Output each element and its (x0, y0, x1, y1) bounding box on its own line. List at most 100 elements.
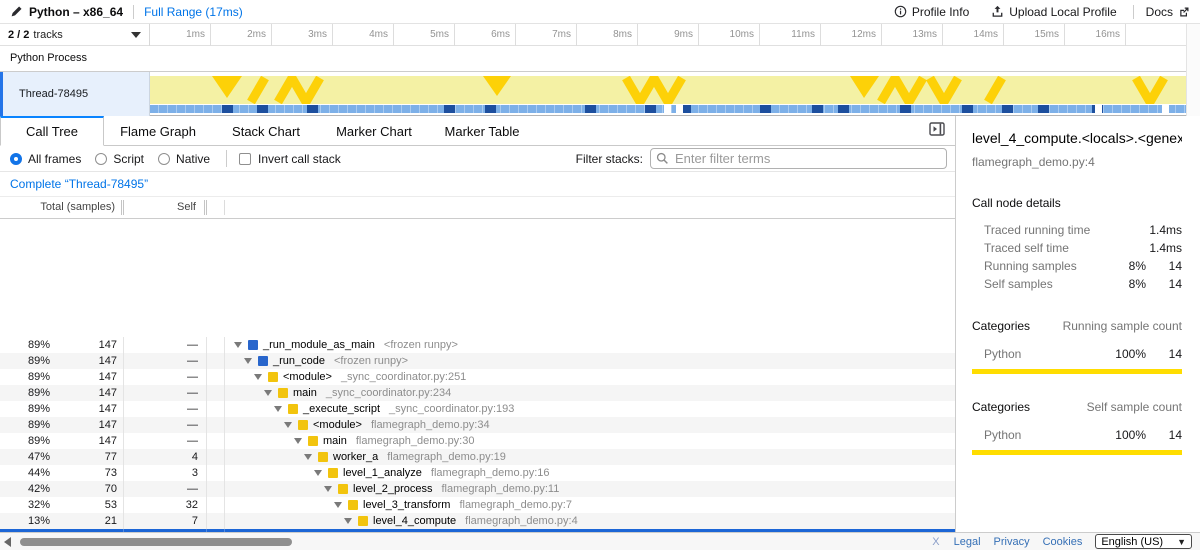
footer-link-privacy[interactable]: Privacy (994, 536, 1030, 548)
docs-button[interactable]: Docs (1146, 5, 1190, 19)
frame-name: _run_code (273, 353, 325, 369)
expand-twisty-icon[interactable] (344, 513, 356, 529)
tab-stack-chart[interactable]: Stack Chart (212, 116, 320, 145)
expand-twisty-icon[interactable] (234, 337, 246, 353)
profile-info-button[interactable]: Profile Info (894, 5, 969, 19)
expand-twisty-icon[interactable] (244, 353, 256, 369)
ruler-tick: 14ms (954, 24, 1004, 46)
upload-profile-button[interactable]: Upload Local Profile (991, 5, 1116, 19)
call-tree-settings-bar: All frames Script Native Invert call stack… (0, 146, 955, 172)
complete-range-link[interactable]: Complete “Thread-78495” (10, 177, 148, 191)
expand-twisty-icon[interactable] (334, 497, 346, 513)
frame-option-native[interactable]: Native (158, 152, 210, 166)
call-tree-row[interactable]: 89%147—_run_module_as_main<frozen runpy> (0, 337, 955, 353)
tracks-dropdown[interactable]: 2 / 2 tracks (0, 24, 150, 46)
frame-cell: level_3_transformflamegraph_demo.py:7 (225, 497, 955, 513)
call-tree-row[interactable]: 89%147—_run_code<frozen runpy> (0, 353, 955, 369)
radio-icon[interactable] (158, 153, 170, 165)
frame-option-script[interactable]: Script (95, 152, 144, 166)
call-tree-row[interactable]: 89%147—<module>_sync_coordinator.py:251 (0, 369, 955, 385)
frame-file: _sync_coordinator.py:234 (326, 385, 451, 401)
frame-cell: <module>_sync_coordinator.py:251 (225, 369, 955, 385)
radio-icon[interactable] (95, 153, 107, 165)
frame-name: _execute_script (303, 401, 380, 417)
scroll-left-icon[interactable] (4, 537, 11, 547)
expand-twisty-icon[interactable] (324, 481, 336, 497)
self-samples: 7 (124, 513, 207, 529)
expand-twisty-icon[interactable] (264, 385, 276, 401)
call-tree-row[interactable]: 89%147—main_sync_coordinator.py:234 (0, 385, 955, 401)
ruler-tick: 16ms (1076, 24, 1126, 46)
ruler-tick: 13ms (893, 24, 943, 46)
frame-option-all-frames[interactable]: All frames (10, 152, 81, 166)
sample-cluster (1038, 105, 1049, 113)
ruler-tick: 7ms (527, 24, 577, 46)
category-row: Python100%14 (972, 426, 1182, 444)
thread-track-canvas[interactable] (150, 72, 1186, 115)
icon-column (207, 433, 225, 449)
call-tree-row[interactable]: 32%5332level_3_transformflamegraph_demo.… (0, 497, 955, 513)
tab-flame-graph[interactable]: Flame Graph (104, 116, 212, 145)
column-header-total: Total (samples) (0, 200, 124, 215)
frame-name: _run_module_as_main (263, 337, 375, 353)
ruler-tick: 1ms (161, 24, 211, 46)
invert-call-stack-option[interactable]: Invert call stack (239, 152, 341, 166)
total-percent: 32% (0, 497, 52, 513)
call-tree-row[interactable]: 89%147—_execute_script_sync_coordinator.… (0, 401, 955, 417)
frame-file: flamegraph_demo.py:11 (442, 481, 560, 497)
icon-column (207, 449, 225, 465)
footer-link-cookies[interactable]: Cookies (1043, 536, 1083, 548)
icon-column (207, 513, 225, 529)
expand-twisty-icon[interactable] (254, 369, 266, 385)
frame-name: level_3_transform (363, 497, 450, 513)
call-node-sidebar: level_4_compute.<locals>.<genex… flamegr… (955, 116, 1200, 532)
timeline-ruler-row: 2 / 2 tracks 1ms2ms3ms4ms5ms6ms7ms8ms9ms… (0, 24, 1200, 46)
tab-call-tree[interactable]: Call Tree (0, 116, 104, 146)
timeline-scrollbar-gutter[interactable] (1186, 24, 1200, 116)
footer-link-legal[interactable]: Legal (954, 536, 981, 548)
frame-name: <module> (283, 369, 332, 385)
call-tree-row[interactable]: 44%733level_1_analyzeflamegraph_demo.py:… (0, 465, 955, 481)
ruler-tick: 3ms (283, 24, 333, 46)
expand-twisty-icon[interactable] (304, 449, 316, 465)
call-tree-row[interactable]: 89%147—mainflamegraph_demo.py:30 (0, 433, 955, 449)
expand-twisty-icon[interactable] (294, 433, 306, 449)
call-tree-row[interactable]: 13%217level_4_computeflamegraph_demo.py:… (0, 513, 955, 529)
total-percent: 13% (0, 513, 52, 529)
sidebar-toggle-button[interactable] (929, 122, 945, 141)
footer-dismiss-button[interactable]: X (932, 536, 939, 548)
radio-icon[interactable] (10, 153, 22, 165)
select-caret-icon: ▼ (1177, 537, 1186, 547)
language-select[interactable]: English (US) ▼ (1095, 534, 1192, 549)
tab-marker-table[interactable]: Marker Table (428, 116, 536, 145)
total-samples: 77 (52, 449, 124, 465)
frame-cell: <module>flamegraph_demo.py:34 (225, 417, 955, 433)
call-tree-row[interactable]: 47%774worker_aflamegraph_demo.py:19 (0, 449, 955, 465)
ruler-tick: 8ms (588, 24, 638, 46)
frame-cell: _execute_script_sync_coordinator.py:193 (225, 401, 955, 417)
expand-twisty-icon[interactable] (314, 465, 326, 481)
filter-stacks-input[interactable] (650, 148, 947, 169)
full-range-link[interactable]: Full Range (17ms) (144, 5, 243, 19)
category-bar (972, 369, 1182, 374)
icon-column (207, 417, 225, 433)
call-tree-row[interactable]: 42%70—level_2_processflamegraph_demo.py:… (0, 481, 955, 497)
top-bar: Python – x86_64 Full Range (17ms) Profil… (0, 0, 1200, 24)
total-percent: 89% (0, 353, 52, 369)
self-samples: — (124, 369, 207, 385)
thread-track-label[interactable]: Thread-78495 (0, 72, 150, 116)
tab-marker-chart[interactable]: Marker Chart (320, 116, 428, 145)
sidebar-node-file: flamegraph_demo.py:4 (972, 155, 1182, 169)
frame-cell: level_4_computeflamegraph_demo.py:4 (225, 513, 955, 529)
frame-cell: main_sync_coordinator.py:234 (225, 385, 955, 401)
call-tree-pane: Call TreeFlame GraphStack ChartMarker Ch… (0, 116, 955, 532)
expand-twisty-icon[interactable] (274, 401, 286, 417)
expand-twisty-icon[interactable] (284, 417, 296, 433)
invert-call-stack-checkbox[interactable] (239, 153, 251, 165)
horizontal-scrollbar-thumb[interactable] (20, 538, 292, 546)
category-square-icon (328, 468, 338, 478)
sample-cluster (485, 105, 496, 113)
frame-file: flamegraph_demo.py:4 (465, 513, 578, 529)
call-tree-row[interactable]: 89%147—<module>flamegraph_demo.py:34 (0, 417, 955, 433)
process-track-header[interactable]: Python Process (0, 46, 1200, 72)
